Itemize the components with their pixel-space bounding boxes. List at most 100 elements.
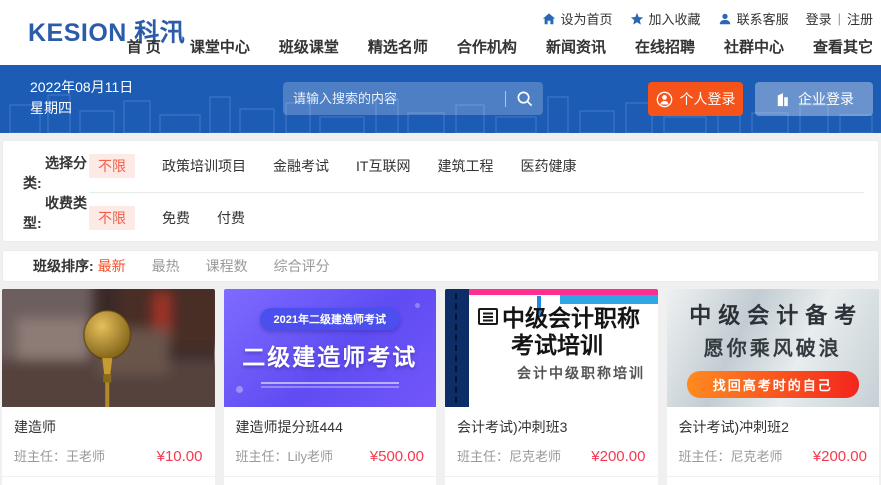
cover-title-line2: 愿你乘风破浪: [703, 338, 842, 360]
main-nav: 首 页 课堂中心 班级课堂 精选名师 合作机构 新闻资讯 在线招聘 社群中心 查…: [127, 36, 873, 57]
cyan-stripe-decoration: [559, 295, 658, 304]
category-filter-label: 选择分类:: [23, 155, 87, 191]
nav-item-jobs[interactable]: 在线招聘: [635, 36, 695, 57]
category-option-it[interactable]: IT互联网: [356, 156, 410, 176]
search-input[interactable]: [293, 91, 495, 106]
class-title: 会计考试)冲刺班2: [678, 419, 789, 435]
class-card-4[interactable]: 中级会计备考 愿你乘风破浪 找回高考时的自己 会计考试)冲刺班2 班主任：尼克老…: [666, 289, 880, 485]
class-card-2-stats: 7 7 0: [224, 477, 437, 485]
weekday-line: 星期四: [30, 100, 72, 116]
navy-bar-decoration: [445, 289, 469, 407]
class-card-4-cover: 中级会计备考 愿你乘风破浪 找回高考时的自己: [666, 289, 879, 407]
class-price: ¥200.00: [591, 448, 646, 465]
class-card-2-body: 建造师提分班444 班主任：Lily老师 ¥500.00: [224, 407, 437, 465]
cover-badge: 2021年二级建造师考试: [259, 308, 400, 330]
class-card-2[interactable]: 2021年二级建造师考试 二级建造师考试 建造师提分班444 班主任：Lily老…: [223, 289, 437, 485]
class-teacher: 班主任：Lily老师: [235, 449, 334, 464]
favorite-label: 加入收藏: [648, 12, 701, 27]
class-price: ¥500.00: [369, 448, 424, 465]
fee-filter-label: 收费类型:: [23, 195, 87, 231]
nav-item-teachers[interactable]: 精选名师: [368, 36, 428, 57]
class-teacher: 班主任：尼克老师: [678, 449, 783, 464]
personal-login-label: 个人登录: [679, 91, 736, 107]
cover-slogan-pill: 找回高考时的自己: [686, 371, 859, 398]
set-home-label: 设为首页: [560, 12, 613, 27]
class-title: 建造师: [14, 419, 56, 435]
auth-links: 登录 | 注册: [806, 9, 873, 28]
category-option-construction[interactable]: 建筑工程: [437, 156, 493, 176]
class-card-1-cover: [2, 289, 215, 407]
personal-login-button[interactable]: 个人登录: [648, 82, 743, 116]
cover-underline-decoration: [260, 382, 399, 388]
class-card-1-stats: 1 1 0: [2, 477, 215, 485]
search-icon[interactable]: [516, 90, 533, 107]
nav-item-community[interactable]: 社群中心: [724, 36, 784, 57]
sort-bar: 班级排序: 最新 最热 课程数 综合评分: [2, 250, 879, 282]
class-price: ¥200.00: [812, 448, 867, 465]
cover-title-line1: 中级会计备考: [689, 303, 864, 328]
person-circle-icon: [656, 91, 672, 107]
cover-title-line1: 中级会计职称: [502, 305, 640, 331]
category-filter-options: 不限 政策培训项目 金融考试 IT互联网 建筑工程 医药健康: [89, 153, 864, 193]
cover-title-line2: 考试培训: [511, 332, 603, 358]
search-box: [283, 82, 543, 115]
fee-option-free[interactable]: 免费: [162, 208, 190, 228]
class-card-4-stats: 2 0 0: [667, 477, 880, 485]
search-banner: 2022年08月11日 星期四 个人登录 企业登录: [0, 65, 881, 133]
nav-item-class-center[interactable]: 课堂中心: [190, 36, 250, 57]
cover-subtitle: 会计中级职称培训: [517, 365, 645, 381]
contact-link[interactable]: 联系客服: [718, 9, 789, 28]
search-divider: [505, 90, 506, 107]
class-title: 建造师提分班444: [235, 419, 343, 435]
set-home-link[interactable]: 设为首页: [542, 9, 613, 28]
class-card-3-body: 会计考试)冲刺班3 班主任：尼克老师 ¥200.00: [445, 407, 658, 465]
star-icon: [630, 12, 643, 25]
sort-label: 班级排序:: [33, 258, 94, 274]
sort-option-rating[interactable]: 综合评分: [274, 256, 330, 276]
category-option-unlimited[interactable]: 不限: [89, 154, 135, 178]
fee-option-paid[interactable]: 付费: [217, 208, 245, 228]
contact-label: 联系客服: [736, 12, 789, 27]
sort-option-course-count[interactable]: 课程数: [206, 256, 248, 276]
class-card-1-body: 建造师 班主任：王老师 ¥10.00: [2, 407, 215, 465]
utility-bar: 设为首页 加入收藏 联系客服 登录 | 注册: [542, 9, 873, 28]
class-title: 会计考试)冲刺班3: [457, 419, 568, 435]
fee-filter-options: 不限 免费 付费: [89, 193, 864, 233]
person-icon: [719, 13, 730, 24]
class-teacher: 班主任：王老师: [14, 449, 106, 464]
class-card-grid: 建造师 班主任：王老师 ¥10.00 1 1 0 2021年二级建造师考试 二级…: [2, 289, 879, 485]
auth-divider: |: [837, 11, 841, 26]
building-icon: [777, 92, 788, 106]
company-login-button[interactable]: 企业登录: [755, 82, 873, 116]
class-price: ¥10.00: [156, 448, 203, 465]
home-icon: [542, 12, 555, 24]
filter-panel: 选择分类: 不限 政策培训项目 金融考试 IT互联网 建筑工程 医药健康 收费类…: [2, 140, 879, 242]
sort-options: 最新 最热 课程数 综合评分: [98, 256, 330, 276]
register-link[interactable]: 注册: [847, 9, 873, 28]
class-card-3-cover: 中级会计职称 考试培训 会计中级职称培训: [445, 289, 658, 407]
fee-option-unlimited[interactable]: 不限: [89, 206, 135, 230]
sort-option-newest[interactable]: 最新: [98, 256, 126, 276]
class-card-3[interactable]: 中级会计职称 考试培训 会计中级职称培训 会计考试)冲刺班3 班主任：尼克老师 …: [445, 289, 658, 485]
microphone-cover-image: [2, 289, 215, 407]
site-header: KESION 科汛 设为首页 加入收藏 联系客服 登录 | 注册 首 页 课堂中…: [0, 0, 881, 65]
sort-option-hottest[interactable]: 最热: [152, 256, 180, 276]
nav-item-more[interactable]: 查看其它: [813, 36, 873, 57]
category-filter-row: 选择分类: 不限 政策培训项目 金融考试 IT互联网 建筑工程 医药健康: [17, 153, 864, 193]
company-login-label: 企业登录: [798, 91, 854, 107]
nav-item-partners[interactable]: 合作机构: [457, 36, 517, 57]
category-option-medical[interactable]: 医药健康: [520, 156, 576, 176]
category-option-finance[interactable]: 金融考试: [273, 156, 329, 176]
class-teacher: 班主任：尼克老师: [457, 449, 562, 464]
class-card-4-body: 会计考试)冲刺班2 班主任：尼克老师 ¥200.00: [667, 407, 880, 465]
favorite-link[interactable]: 加入收藏: [630, 9, 701, 28]
nav-item-news[interactable]: 新闻资讯: [546, 36, 606, 57]
fee-filter-row: 收费类型: 不限 免费 付费: [17, 193, 864, 233]
class-card-3-stats: 2 1 0: [445, 477, 658, 485]
category-option-policy[interactable]: 政策培训项目: [162, 156, 246, 176]
class-card-2-cover: 2021年二级建造师考试 二级建造师考试: [223, 289, 436, 407]
class-card-1[interactable]: 建造师 班主任：王老师 ¥10.00 1 1 0: [2, 289, 215, 485]
nav-item-home[interactable]: 首 页: [127, 36, 161, 57]
nav-item-class-course[interactable]: 班级课堂: [279, 36, 339, 57]
login-link[interactable]: 登录: [806, 9, 832, 28]
